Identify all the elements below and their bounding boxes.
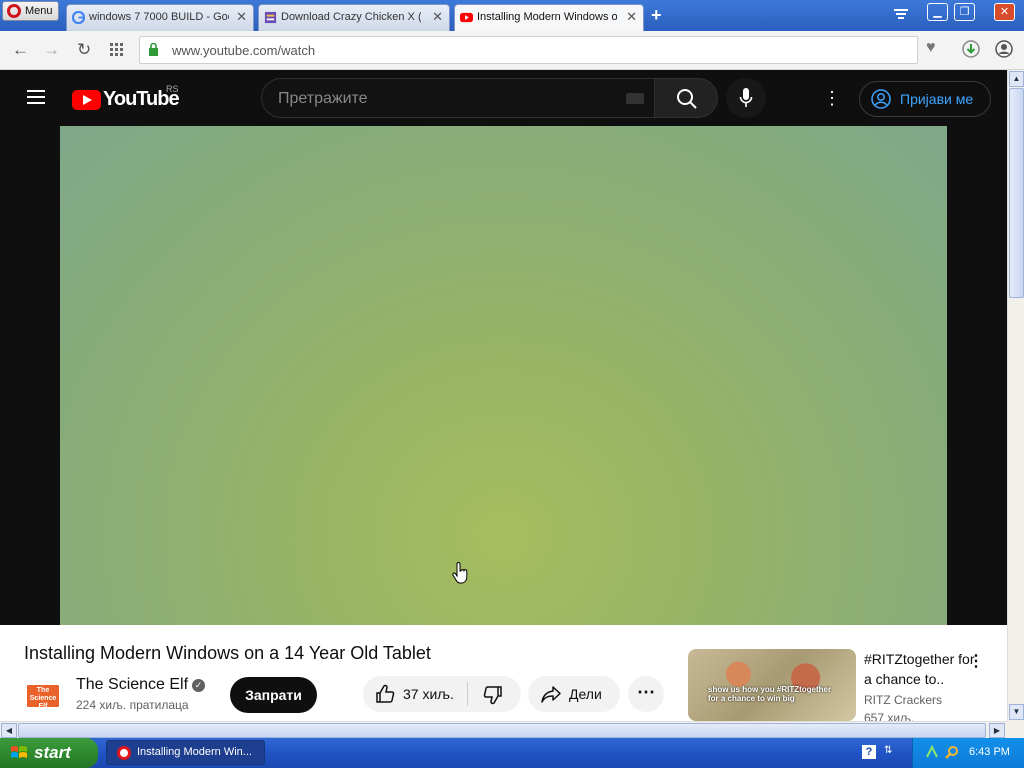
hamburger-menu-icon[interactable]: [27, 90, 45, 104]
horizontal-scrollbar[interactable]: ◀ ▶: [0, 721, 1007, 738]
google-icon: [72, 11, 85, 24]
forward-arrow-icon[interactable]: →: [43, 40, 60, 60]
channel-name[interactable]: The Science Elf: [76, 676, 188, 694]
share-arrow-icon: [541, 686, 561, 703]
network-icon[interactable]: [925, 745, 939, 759]
settings-menu-icon[interactable]: ⋮: [823, 88, 841, 108]
download-icon[interactable]: [962, 40, 980, 58]
windows-flag-icon: [11, 746, 27, 758]
heart-icon[interactable]: ♥: [926, 39, 936, 57]
back-arrow-icon[interactable]: ←: [12, 40, 29, 60]
start-button[interactable]: start: [0, 738, 98, 768]
ad-channel: RITZ Crackers: [864, 693, 942, 707]
menu-label: Menu: [25, 5, 53, 17]
close-tab-icon[interactable]: ✕: [626, 5, 637, 29]
like-count[interactable]: 37 хиљ.: [403, 686, 454, 702]
windows-taskbar: start Installing Modern Win... ? ⇅ 6:43 …: [0, 738, 1024, 768]
tab-google-search[interactable]: windows 7 7000 BUILD - Goo ✕: [66, 4, 254, 31]
video-info-section: Installing Modern Windows on a 14 Year O…: [0, 625, 1007, 721]
account-icon[interactable]: [995, 40, 1013, 58]
divider: [467, 682, 468, 706]
ad-views: 657 хиљ.: [864, 711, 915, 721]
taskbar-item-opera[interactable]: Installing Modern Win...: [106, 740, 265, 765]
verified-check-icon: ✓: [192, 679, 205, 692]
scroll-down-icon[interactable]: ▼: [1009, 704, 1024, 720]
language-icon[interactable]: ⇅: [884, 745, 898, 759]
tab-youtube-active[interactable]: Installing Modern Windows on ✕: [454, 4, 644, 31]
close-window-icon[interactable]: ✕: [994, 3, 1015, 21]
scroll-left-icon[interactable]: ◀: [1, 723, 17, 738]
ad-thumbnail-text: show us how you #RITZtogether for a chan…: [708, 685, 832, 703]
microphone-icon: [739, 88, 753, 107]
search-placeholder: Претражите: [278, 90, 368, 107]
share-label: Дели: [569, 686, 602, 702]
thumbs-up-icon[interactable]: [375, 684, 395, 704]
hand-cursor-icon: [452, 562, 468, 584]
thumbs-down-icon[interactable]: [483, 685, 503, 705]
scroll-right-icon[interactable]: ▶: [989, 723, 1005, 738]
youtube-logo[interactable]: YouTube RS: [72, 84, 180, 111]
search-input[interactable]: Претражите: [261, 78, 655, 118]
more-actions-button[interactable]: ⋯: [628, 676, 664, 712]
opera-icon: [7, 4, 21, 18]
start-label: start: [34, 743, 71, 762]
vertical-scrollbar[interactable]: ▲ ▼: [1007, 70, 1024, 721]
ad-title[interactable]: #RITZtogether for a chance to..: [864, 649, 976, 689]
sign-in-button[interactable]: Пријави ме: [859, 81, 991, 117]
user-circle-icon: [871, 89, 891, 109]
opera-icon: [117, 746, 131, 760]
scrollbar-corner: [1007, 721, 1024, 738]
lock-icon: [149, 43, 158, 56]
clock: 6:43 PM: [969, 746, 1010, 758]
speed-dial-icon[interactable]: [110, 43, 123, 56]
channel-logo: The Science Elf: [27, 685, 59, 710]
search-tray-icon[interactable]: [945, 745, 959, 759]
system-tray: 6:43 PM: [912, 738, 1024, 768]
tab-title: windows 7 7000 BUILD - Goo: [89, 11, 229, 23]
opera-menu-button[interactable]: Menu: [2, 1, 59, 21]
youtube-icon: [460, 12, 473, 23]
tab-title: Download Crazy Chicken X (W: [281, 11, 421, 23]
help-icon[interactable]: ?: [862, 745, 876, 759]
browser-tab-strip: Menu windows 7 7000 BUILD - Goo ✕ Downlo…: [0, 0, 1024, 31]
ad-thumbnail[interactable]: show us how you #RITZtogether for a chan…: [688, 649, 856, 721]
horizontal-scroll-thumb[interactable]: [18, 723, 986, 738]
tab-download-crazy-chicken[interactable]: Download Crazy Chicken X (W ✕: [258, 4, 450, 31]
search-button[interactable]: [654, 78, 718, 118]
youtube-play-icon: [72, 89, 101, 110]
site-icon: [264, 11, 277, 24]
like-dislike-group: 37 хиљ.: [363, 676, 521, 712]
subscribe-button[interactable]: Запрати: [230, 677, 317, 713]
video-player[interactable]: [60, 126, 947, 625]
keyboard-icon[interactable]: [626, 93, 644, 104]
vertical-scroll-thumb[interactable]: [1009, 88, 1024, 298]
ad-menu-icon[interactable]: ⋮: [968, 651, 984, 671]
minimize-icon[interactable]: ▁: [927, 3, 948, 21]
video-title: Installing Modern Windows on a 14 Year O…: [24, 643, 431, 663]
search-icon: [677, 89, 697, 109]
youtube-header: YouTube RS Претражите ⋮ Пријави ме: [0, 70, 1007, 126]
share-button[interactable]: Дели: [528, 676, 620, 712]
url-field[interactable]: www.youtube.com/watch: [139, 36, 918, 64]
region-code: RS: [166, 84, 179, 94]
close-tab-icon[interactable]: ✕: [236, 5, 247, 29]
sign-in-label: Пријави ме: [900, 91, 974, 107]
address-bar: ← → ↻ www.youtube.com/watch ♥: [0, 31, 1024, 70]
channel-avatar[interactable]: The Science Elf: [24, 677, 62, 715]
restore-icon[interactable]: ❐: [954, 3, 975, 21]
scroll-up-icon[interactable]: ▲: [1009, 71, 1024, 87]
subscriber-count: 224 хиљ. пратилаца: [76, 698, 189, 712]
url-text: www.youtube.com/watch: [172, 43, 316, 58]
tab-menu-icon[interactable]: [893, 7, 909, 21]
taskbar-item-label: Installing Modern Win...: [137, 746, 252, 758]
voice-search-button[interactable]: [726, 78, 766, 118]
new-tab-button[interactable]: +: [651, 5, 662, 26]
reload-icon[interactable]: ↻: [77, 40, 91, 60]
close-tab-icon[interactable]: ✕: [432, 5, 443, 29]
tab-title: Installing Modern Windows on: [477, 11, 617, 23]
